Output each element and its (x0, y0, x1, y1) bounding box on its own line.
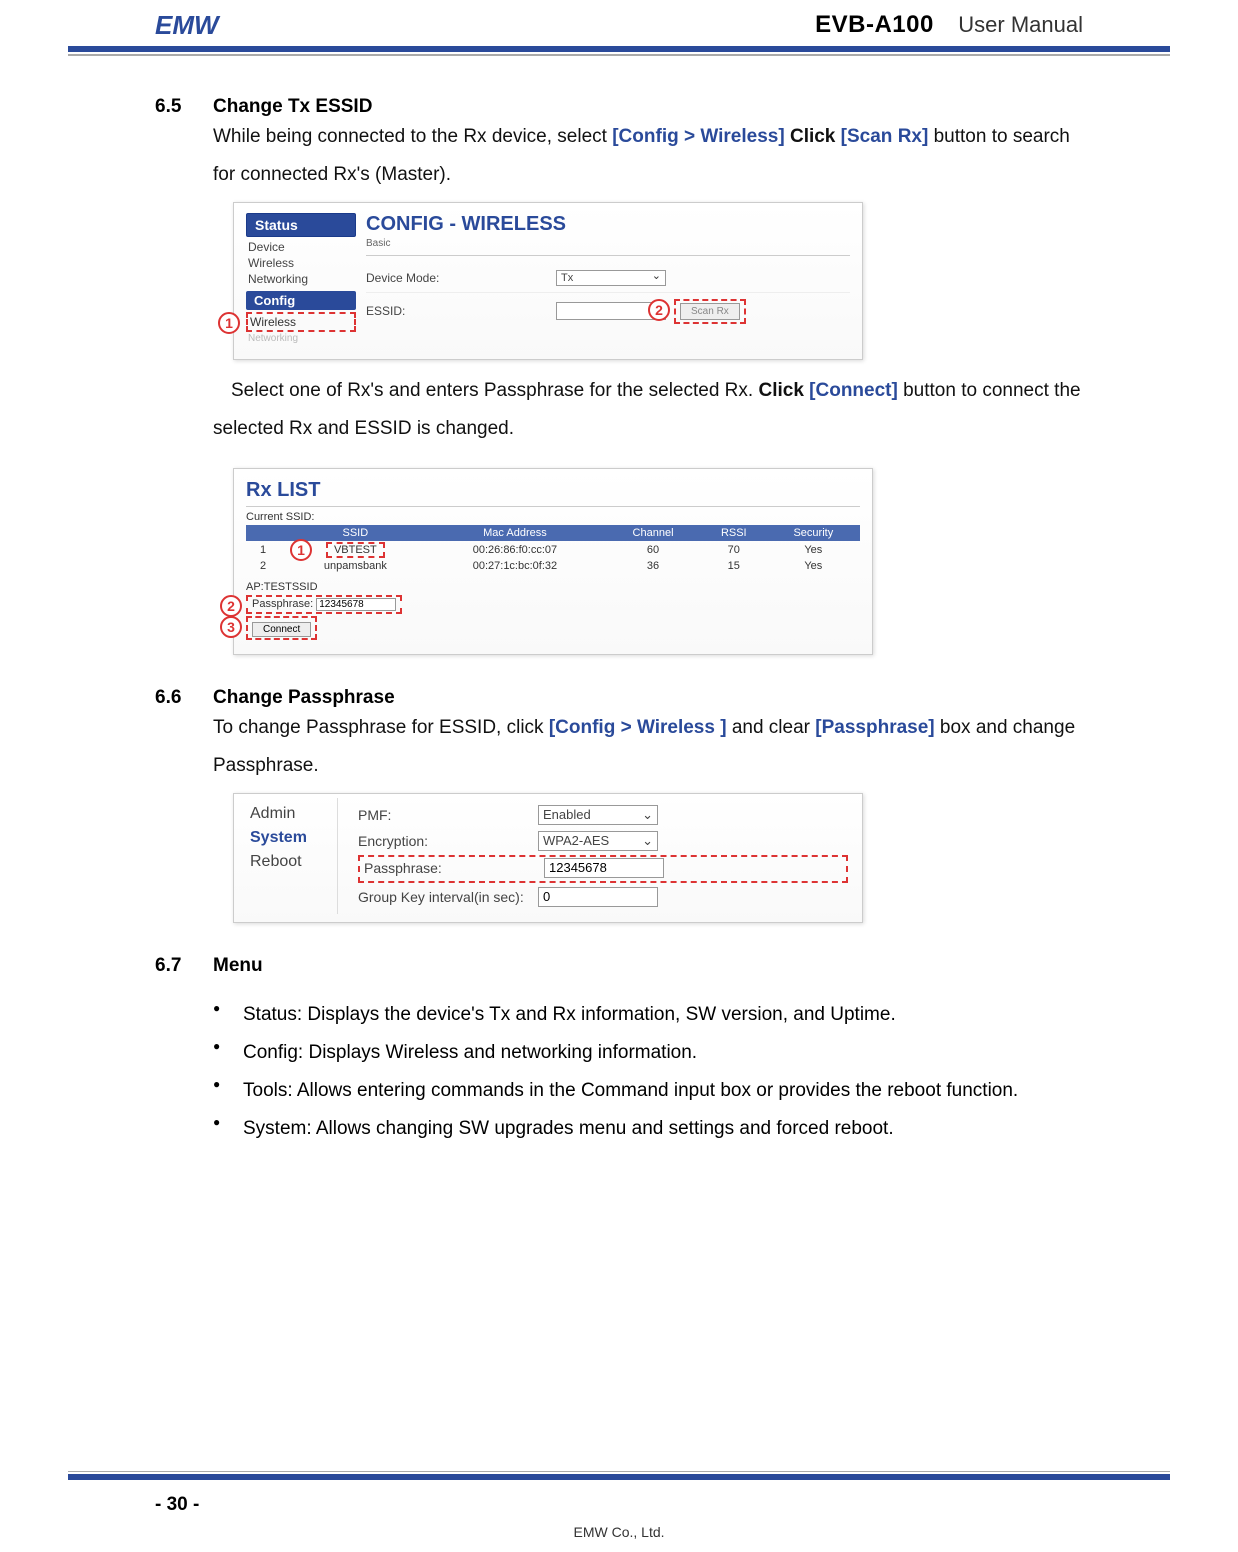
list-item: Status: Displays the device's Tx and Rx … (213, 996, 1083, 1034)
nav-device[interactable]: Device (246, 239, 356, 255)
nav-wireless[interactable]: Wireless (246, 255, 356, 271)
footer-rule-thick (68, 1474, 1170, 1480)
rx-list-title: Rx LIST (246, 479, 860, 507)
header-rule-thick (68, 46, 1170, 52)
chevron-down-icon: ⌄ (642, 807, 653, 823)
list-item: Tools: Allows entering commands in the C… (213, 1072, 1083, 1110)
p-6-6-1: To change Passphrase for ESSID, click [C… (213, 709, 1083, 785)
passphrase-highlight: 2 Passphrase: (246, 595, 402, 614)
ap-label: AP:TESTSSID (246, 581, 860, 593)
svg-text:EMW: EMW (155, 10, 221, 40)
th-channel: Channel (605, 525, 701, 541)
rx-table: SSID Mac Address Channel RSSI Security 1… (246, 525, 860, 573)
callout-1-icon: 1 (218, 312, 240, 334)
section-title-6-5: Change Tx ESSID (213, 96, 372, 118)
product-name: EVB-A100 (815, 11, 934, 38)
header-title: EVB-A100 User Manual (815, 11, 1083, 39)
link-config-wireless: [Config > Wireless] (612, 126, 784, 147)
dev-mode-select[interactable]: Tx (556, 270, 666, 286)
connect-button[interactable]: Connect (252, 622, 311, 637)
screenshot-passphrase: Admin System Reboot PMF: Enabled⌄ Encryp… (233, 793, 863, 923)
th-security: Security (767, 525, 860, 541)
nav-system[interactable]: System (250, 826, 331, 850)
passphrase-row-highlight: Passphrase: (358, 855, 848, 883)
callout-3-icon: 3 (220, 616, 242, 638)
nav-admin[interactable]: Admin (250, 802, 331, 826)
nav-networking[interactable]: Networking (246, 271, 356, 287)
footer-company: EMW Co., Ltd. (0, 1524, 1238, 1540)
callout-2-icon: 2 (220, 595, 242, 617)
doc-type: User Manual (958, 12, 1083, 37)
current-ssid-label: Current SSID: (246, 511, 860, 523)
table-row[interactable]: 2 unpamsbank 00:27:1c:bc:0f:32 36 15 Yes (246, 559, 860, 573)
nav-wireless-highlight[interactable]: 1 Wireless (246, 312, 356, 332)
nav-status[interactable]: Status (246, 213, 356, 237)
nav-config[interactable]: Config (246, 291, 356, 310)
essid-label: ESSID: (366, 304, 556, 318)
nav-reboot[interactable]: Reboot (250, 850, 331, 874)
pmf-select[interactable]: Enabled⌄ (538, 805, 658, 825)
scan-rx-highlight: 2 Scan Rx (674, 299, 746, 324)
link-connect: [Connect] (809, 380, 898, 401)
enc-label: Encryption: (358, 833, 538, 849)
link-scan-rx: [Scan Rx] (841, 126, 929, 147)
passphrase-input[interactable] (316, 598, 396, 611)
th-rssi: RSSI (701, 525, 767, 541)
enc-select[interactable]: WPA2-AES⌄ (538, 831, 658, 851)
panel-title: CONFIG - WIRELESS (366, 213, 850, 236)
callout-1-icon: 1 (290, 539, 312, 561)
section-title-6-6: Change Passphrase (213, 687, 395, 709)
section-num-6-7: 6.7 (155, 955, 213, 977)
menu-list: Status: Displays the device's Tx and Rx … (213, 996, 1083, 1148)
th-mac: Mac Address (425, 525, 606, 541)
list-item: System: Allows changing SW upgrades menu… (213, 1110, 1083, 1148)
chevron-down-icon: ⌄ (642, 833, 653, 849)
p-6-5-2: Select one of Rx's and enters Passphrase… (213, 372, 1083, 448)
pass-label: Passphrase: (364, 860, 544, 876)
p-6-5-1: While being connected to the Rx device, … (213, 118, 1083, 194)
link-config-wireless-2: [Config > Wireless ] (549, 717, 727, 738)
th-ssid: SSID (286, 525, 425, 541)
panel-sub: Basic (366, 238, 850, 256)
logo: EMW (155, 10, 225, 40)
callout-2-icon: 2 (648, 299, 670, 321)
link-passphrase: [Passphrase] (815, 717, 934, 738)
nav-networking-2[interactable]: Networking (246, 332, 356, 345)
gki-label: Group Key interval(in sec): (358, 889, 538, 905)
pmf-label: PMF: (358, 807, 538, 823)
connect-highlight: 3 Connect (246, 616, 317, 640)
section-num-6-5: 6.5 (155, 96, 213, 118)
list-item: Config: Displays Wireless and networking… (213, 1034, 1083, 1072)
screenshot-rx-list: Rx LIST Current SSID: SSID Mac Address C… (233, 468, 873, 655)
pass-input[interactable] (544, 858, 664, 878)
ssid-highlight: VBTEST (326, 542, 385, 558)
footer-rule-thin (68, 1471, 1170, 1473)
table-row[interactable]: 1 1 VBTEST 00:26:86:f0:cc:07 60 70 Yes (246, 541, 860, 559)
page-number: - 30 - (155, 1494, 199, 1516)
section-num-6-6: 6.6 (155, 687, 213, 709)
screenshot-config-wireless: Status Device Wireless Networking Config… (233, 202, 863, 360)
dev-mode-label: Device Mode: (366, 271, 556, 285)
scan-rx-button[interactable]: Scan Rx (680, 303, 740, 320)
section-title-6-7: Menu (213, 955, 263, 977)
gki-input[interactable] (538, 887, 658, 907)
